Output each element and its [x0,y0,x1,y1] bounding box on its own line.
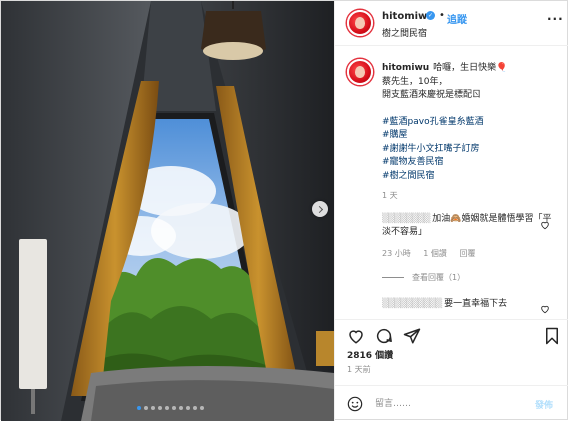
carousel-dot [137,406,141,410]
carousel-dot [200,406,204,410]
caption-time: 1 天 [382,191,398,200]
a-frame-window-photo [1,1,334,421]
avatar[interactable] [347,10,373,36]
emoji-icon[interactable] [347,396,363,412]
post-comment-button[interactable]: 發佈 [535,398,553,411]
comment-likes[interactable]: 1 個讚 [423,249,447,258]
caption-username[interactable]: hitomiwu [382,63,429,73]
carousel-dot [172,406,176,410]
separator-dot: • [439,10,445,21]
comment-input[interactable] [375,396,525,412]
instagram-post: hitomiwu ✓ • 追蹤 樹之間民宿 ··· hitomiwu 哈囉，生日快… [0,0,568,421]
carousel-dot [165,406,169,410]
comment-text: ▒▒▒▒▒▒▒▒▒▒ 要一直幸福下去 [382,298,552,311]
post-sidebar: hitomiwu ✓ • 追蹤 樹之間民宿 ··· hitomiwu 哈囉，生日快… [334,1,568,421]
view-replies-button[interactable]: 查看回覆（1） [382,272,465,283]
carousel-dot [193,406,197,410]
verified-badge-icon: ✓ [426,11,435,20]
avatar[interactable] [347,59,373,85]
heart-icon[interactable] [540,220,550,230]
caption-line: 蔡先生，10年， [382,76,448,87]
hashtag-link[interactable]: #謝謝牛小文扛嘴子訂房 [382,143,562,157]
caption-line: 哈囉，生日快樂🎈 [433,63,508,73]
blurred-username: ▒▒▒▒▒▒▒▒▒▒ [382,299,442,309]
add-comment-bar: 發佈 [335,385,568,421]
post-photo[interactable] [1,1,334,421]
share-icon[interactable] [403,327,421,345]
bookmark-icon[interactable] [543,327,561,345]
caption-line: 開支藍酒來慶祝是標配ㄖ [382,90,482,100]
caption-text: hitomiwu 哈囉，生日快樂🎈 蔡先生，10年， 開支藍酒來慶祝是標配ㄖ #藍… [382,62,562,203]
hashtag-link[interactable]: #藍酒pavo孔雀皇糸藍酒 [382,116,562,130]
comment-time: 23 小時 [382,249,411,258]
comment-body: 要一直幸福下去 [444,299,508,309]
heart-icon[interactable] [347,327,365,345]
hashtag-link[interactable]: #購屋 [382,129,562,143]
next-arrow-icon[interactable] [312,201,328,217]
carousel-dot [144,406,148,410]
reply-button[interactable]: 回覆 [459,249,475,258]
location-link[interactable]: 樹之間民宿 [382,26,427,39]
heart-icon[interactable] [540,304,550,314]
carousel-dot [158,406,162,410]
hashtag-link[interactable]: #樹之間民宿 [382,170,562,184]
like-count[interactable]: 2816 個讚 [347,348,393,361]
blurred-username: ▒▒▒▒▒▒▒▒ [382,214,430,224]
follow-button[interactable]: 追蹤 [447,11,467,26]
more-options-icon[interactable]: ··· [547,12,564,26]
post-time: 1 天前 [347,365,371,374]
comment-icon[interactable] [375,327,393,345]
hashtag-link[interactable]: #寵物友善民宿 [382,156,562,170]
carousel-dot [151,406,155,410]
carousel-dot [186,406,190,410]
comment-text: ▒▒▒▒▒▒▒▒ 加油🙈婚姻就是體悟學習「平淡不容易」 [382,213,552,239]
post-header: hitomiwu ✓ • 追蹤 樹之間民宿 ··· [335,1,568,46]
action-bar [335,319,568,349]
carousel-dot [179,406,183,410]
carousel-indicator [137,406,204,410]
comment-meta: 23 小時 1 個讚 回覆 [382,248,485,259]
